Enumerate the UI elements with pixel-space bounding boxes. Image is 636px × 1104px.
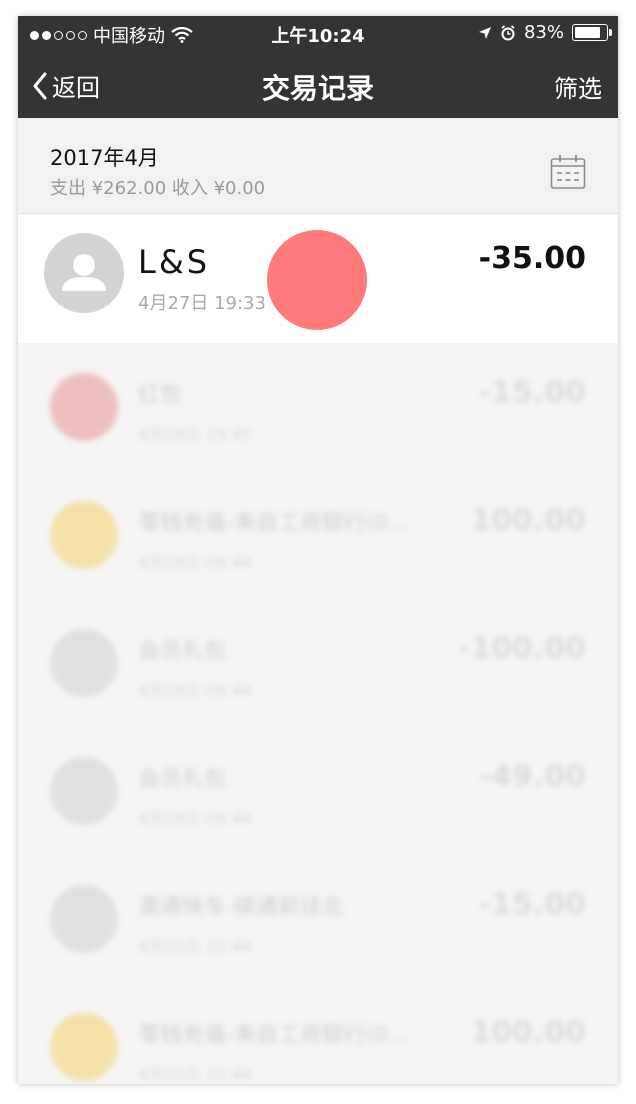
- transaction-name: 零钱充值-来自工商银行(0...: [138, 1023, 410, 1048]
- transaction-row[interactable]: 滴滴快车-缤通前往北 4月25日 21:44 -15.00: [18, 855, 618, 983]
- transaction-amount: -100.00: [457, 631, 586, 666]
- transaction-amount: -15.00: [478, 887, 586, 922]
- transaction-amount: -35.00: [478, 241, 586, 276]
- user-placeholder-icon: [62, 254, 106, 291]
- red-packet-icon: [50, 373, 118, 441]
- transaction-name: 红包: [138, 383, 183, 408]
- location-arrow-icon: [478, 26, 491, 39]
- transaction-name: 会员礼包: [138, 767, 227, 792]
- transaction-row[interactable]: 会员礼包 4月26日 09:44 -49.00: [18, 727, 618, 855]
- battery-percent: 83%: [523, 22, 564, 43]
- month-title: 2017年4月: [50, 146, 159, 170]
- transaction-time: 4月26日 19:45: [138, 425, 252, 444]
- phone-screen: 中国移动 上午10:24 83% 返回 交易记录 筛选 2017年4月 支出 ¥…: [18, 16, 618, 1084]
- transaction-amount: 100.00: [470, 503, 586, 538]
- navigation-bar: 返回 交易记录 筛选: [18, 52, 618, 118]
- transaction-row[interactable]: 零钱充值-来自工商银行(0... 4月25日 21:44 100.00: [18, 983, 618, 1084]
- battery-icon: [572, 24, 612, 41]
- month-summary: 支出 ¥262.00 收入 ¥0.00: [50, 178, 266, 199]
- diamond-icon: [50, 1013, 118, 1081]
- user-icon: [50, 885, 118, 953]
- user-icon: [50, 757, 118, 825]
- status-right: 83%: [478, 22, 612, 43]
- transaction-name: 会员礼包: [138, 639, 227, 664]
- transaction-time: 4月26日 09:44: [138, 809, 252, 828]
- transaction-name: L&S: [138, 243, 211, 281]
- transaction-time: 4月25日 21:44: [138, 937, 252, 956]
- diamond-icon: [50, 501, 118, 569]
- transaction-row[interactable]: 会员礼包 4月26日 09:44 -100.00: [18, 599, 618, 727]
- user-icon: [50, 629, 118, 697]
- calendar-icon[interactable]: [550, 154, 586, 190]
- transaction-row[interactable]: 红包 4月26日 19:45 -15.00: [18, 343, 618, 471]
- transaction-name: 滴滴快车-缤通前往北: [138, 895, 344, 920]
- alarm-clock-icon: [501, 24, 515, 40]
- avatar: [44, 233, 124, 313]
- transaction-amount: -49.00: [478, 759, 586, 794]
- battery-level: [575, 27, 600, 38]
- blurred-transaction-list: 红包 4月26日 19:45 -15.00 零钱充值-来自工商银行(0... 4月26日…: [18, 343, 618, 1084]
- month-section-header: 2017年4月 支出 ¥262.00 收入 ¥0.00: [18, 118, 618, 214]
- transaction-time: 4月26日 09:44: [138, 681, 252, 700]
- transaction-amount: -15.00: [478, 375, 586, 410]
- transaction-time: 4月27日 19:33: [138, 293, 266, 314]
- transaction-time: 4月25日 21:44: [138, 1065, 252, 1084]
- status-bar: 中国移动 上午10:24 83%: [18, 16, 618, 52]
- transaction-name: 零钱充值-来自工商银行(0...: [138, 511, 410, 536]
- transaction-amount: 100.00: [470, 1015, 586, 1050]
- transaction-row[interactable]: 零钱充值-来自工商银行(0... 4月26日 09:44 100.00: [18, 471, 618, 599]
- touch-indicator: [267, 230, 367, 330]
- filter-button[interactable]: 筛选: [554, 69, 602, 104]
- transaction-time: 4月26日 09:44: [138, 553, 252, 572]
- page-title: 交易记录: [261, 72, 374, 105]
